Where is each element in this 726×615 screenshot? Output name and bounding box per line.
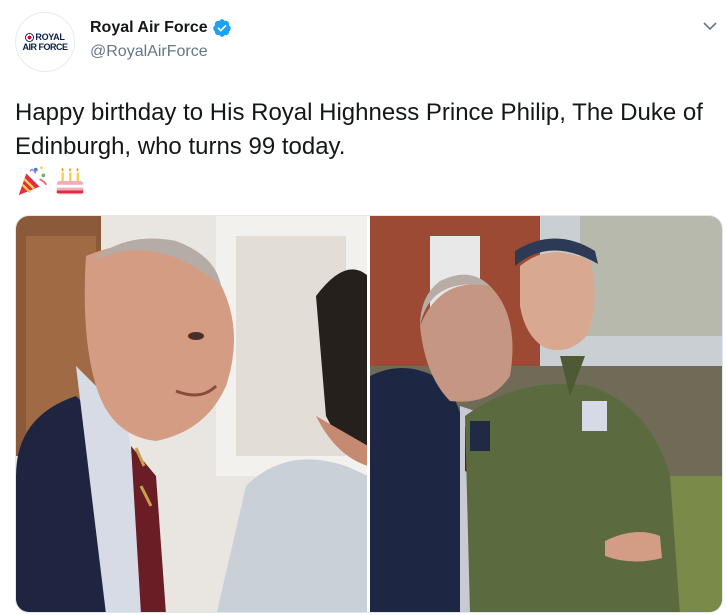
tweet-media[interactable] [15, 215, 723, 613]
avatar[interactable]: ROYAL AIR FORCE [15, 12, 75, 72]
tweet-emojis [15, 164, 87, 198]
photo-left-image [16, 216, 367, 612]
avatar-logo-line2: AIR FORCE [22, 41, 69, 52]
author-name-row[interactable]: Royal Air Force [90, 18, 232, 38]
display-name[interactable]: Royal Air Force [90, 19, 208, 37]
raf-roundel-icon [25, 32, 35, 42]
chevron-down-icon[interactable] [702, 18, 718, 34]
user-handle[interactable]: @RoyalAirForce [90, 43, 208, 61]
avatar-logo-line1: ROYAL [35, 31, 65, 42]
photo-left[interactable] [16, 216, 367, 612]
party-popper-icon [18, 166, 47, 196]
photo-right-image [370, 216, 722, 612]
photo-right[interactable] [370, 216, 722, 612]
verified-badge-icon [212, 19, 231, 37]
avatar-logo: ROYAL [25, 31, 65, 42]
tweet-text: Happy birthday to His Royal Highness Pri… [15, 99, 703, 160]
birthday-cake-icon [56, 167, 84, 195]
